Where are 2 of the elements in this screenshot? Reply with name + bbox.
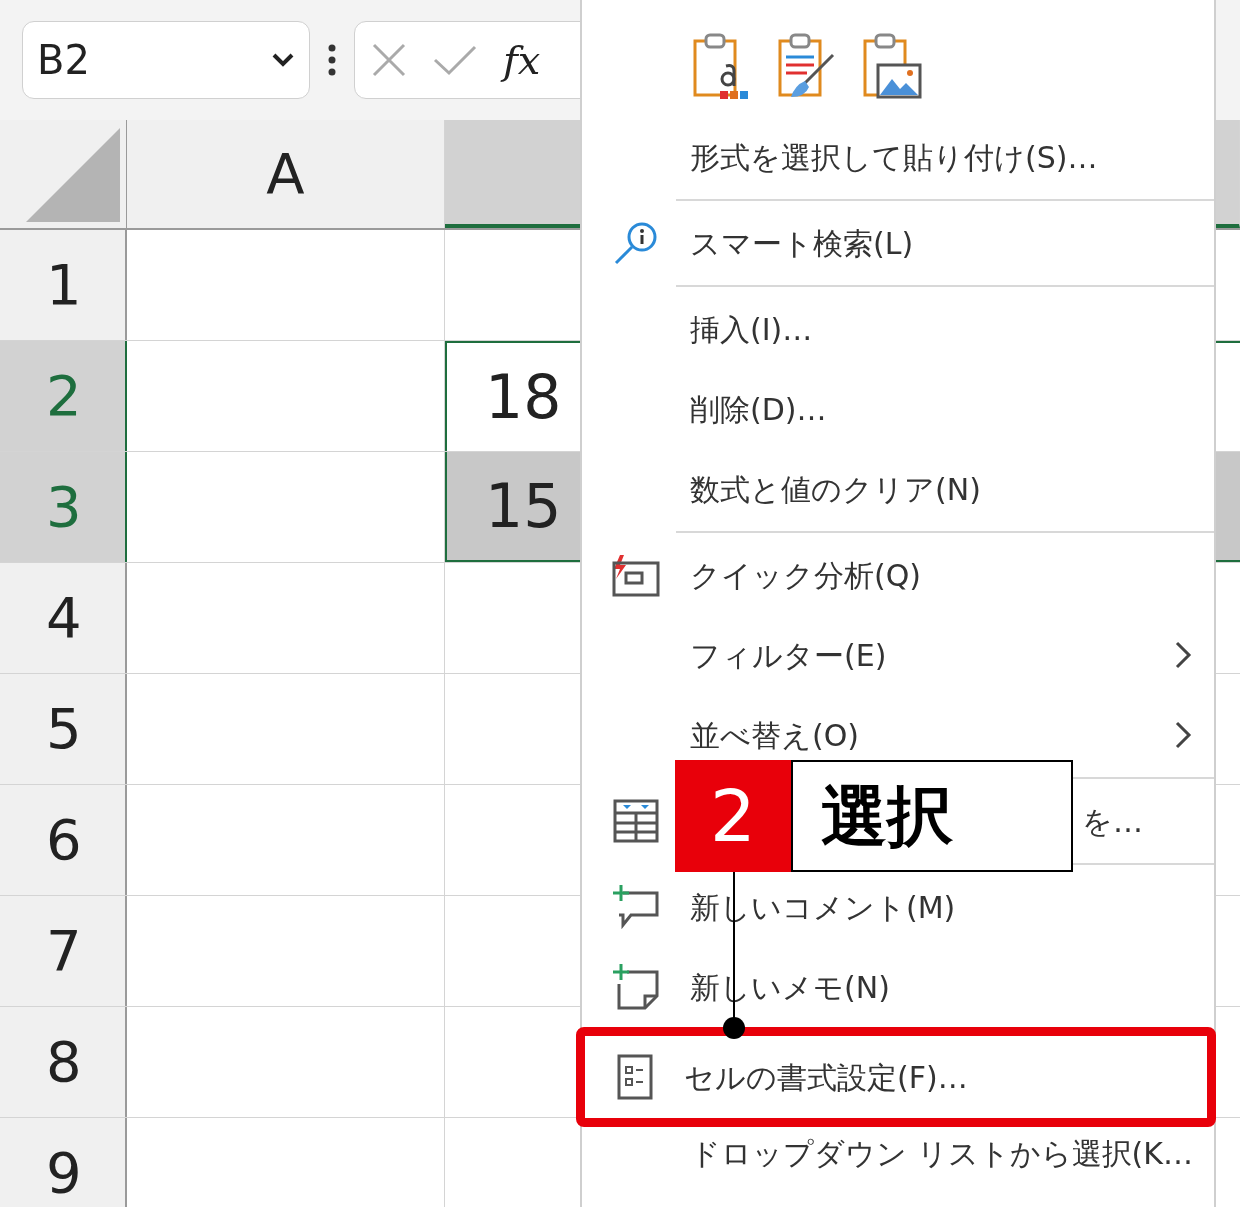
step-number-tooltip: 2 xyxy=(675,760,791,872)
step-label-tooltip: 選択 xyxy=(791,760,1073,872)
